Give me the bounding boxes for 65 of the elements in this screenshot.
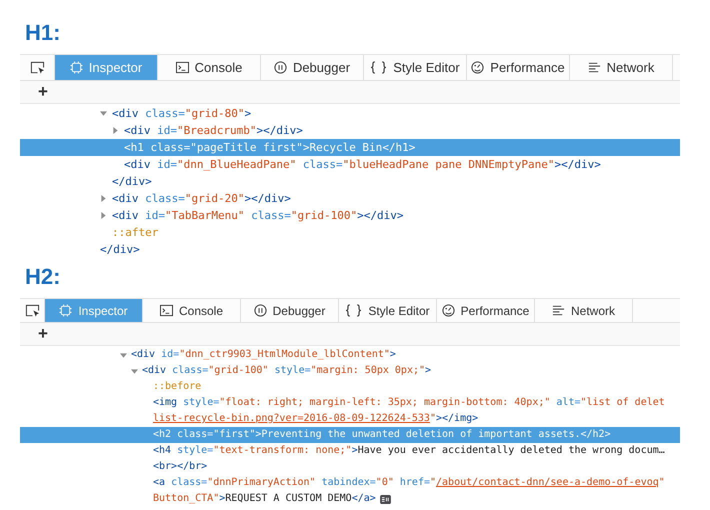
gauge-icon bbox=[471, 61, 484, 74]
lines-icon bbox=[552, 304, 565, 317]
tree-row[interactable]: <div id="dnn_ctr9903_HtmlModule_lblContent"> bbox=[20, 347, 680, 363]
devtools-tab[interactable]: Console bbox=[143, 299, 241, 322]
markup-text: <a class="dnnPrimaryAction" tabindex="0" href="/about/contact-dnn/see-a-demo-of-evoq" bbox=[153, 476, 665, 490]
tree-row[interactable]: <div class="grid-80"> bbox=[20, 105, 680, 122]
tree-row[interactable]: <div class="grid-20"></div> bbox=[20, 190, 680, 207]
devtools-tab[interactable]: Performance bbox=[467, 55, 570, 80]
markup-text: </div> bbox=[112, 174, 152, 190]
pause-icon bbox=[274, 61, 287, 74]
lines-icon bbox=[588, 61, 601, 74]
tree-row[interactable]: <div id="dnn_BlueHeadPane" class="blueHeadPane pane DNNEmptyPane"></div> bbox=[20, 156, 680, 173]
devtools-tab[interactable]: Performance bbox=[437, 299, 535, 322]
section-heading: H1: bbox=[24, 20, 60, 46]
expanded-arrow-icon[interactable] bbox=[131, 368, 138, 374]
devtools-tab[interactable]: Network bbox=[570, 55, 673, 80]
markup-text: <div id="dnn_ctr9903_HtmlModule_lblContent"> bbox=[131, 348, 396, 362]
markup-text: <br></br> bbox=[153, 460, 208, 474]
markup-text: <div id="dnn_BlueHeadPane" class="blueHeadPane pane DNNEmptyPane"></div> bbox=[124, 157, 601, 173]
devtools-tab[interactable]: Style Editor bbox=[364, 55, 467, 80]
section-heading: H2: bbox=[24, 264, 60, 290]
markup-text: <div id="Breadcrumb"></div> bbox=[124, 123, 303, 139]
braces-icon bbox=[370, 61, 388, 74]
inspector-icon bbox=[70, 61, 83, 74]
devtools-tab[interactable]: Network bbox=[535, 299, 633, 322]
markup-text: Button_CTA">REQUEST A CUSTOM DEMO</a> bbox=[153, 492, 376, 506]
markup-text: <h4 style="text-transform: none;">Have you ever accidentally deleted the wrong docum… bbox=[153, 444, 665, 458]
devtools-tab[interactable]: Console bbox=[158, 55, 261, 80]
markup-text: list-recycle-bin.png?ver=2016-08-09-122624-533"></img> bbox=[153, 412, 478, 426]
gauge-icon bbox=[442, 304, 455, 317]
expanded-arrow-icon[interactable] bbox=[120, 352, 127, 358]
add-node-button[interactable]: + bbox=[34, 83, 52, 101]
element-picker-icon bbox=[30, 60, 44, 75]
inspector-icon bbox=[59, 304, 72, 317]
markup-text: ::before bbox=[153, 380, 202, 394]
event-badge-icon[interactable] bbox=[380, 494, 391, 504]
add-node-button[interactable]: + bbox=[34, 325, 52, 343]
markup-text: <div class="grid-100" style="margin: 50px 0px;"> bbox=[142, 364, 432, 378]
devtools-tab[interactable]: Style Editor bbox=[339, 299, 437, 322]
devtools-tab[interactable]: Debugger bbox=[241, 299, 339, 322]
element-picker-icon bbox=[24, 303, 40, 318]
terminal-icon bbox=[160, 304, 173, 317]
braces-icon bbox=[345, 304, 362, 317]
markup-text: </div> bbox=[100, 242, 140, 258]
devtools-tab[interactable]: Debugger bbox=[261, 55, 364, 80]
tree-row[interactable]: <a class="dnnPrimaryAction" tabindex="0" href="/about/contact-dnn/see-a-demo-of-evoq" Button_CTA">REQUEST A CUSTOM DEMO</a> bbox=[20, 475, 680, 507]
tree-row[interactable]: <div id="TabBarMenu" class="grid-100"></div> bbox=[20, 207, 680, 224]
tree-row[interactable]: <div id="Breadcrumb"></div> bbox=[20, 122, 680, 139]
markup-text: <img style="float: right; margin-left: 35px; margin-bottom: 40px;" alt="list of delet bbox=[153, 396, 665, 410]
collapsed-arrow-icon[interactable] bbox=[100, 195, 107, 202]
markup-text: <h2 class="first">Preventing the unwanted deletion of important assets.</h2> bbox=[153, 428, 611, 442]
tree-row[interactable]: <img style="float: right; margin-left: 35px; margin-bottom: 40px;" alt="list of delet list-recycle-bin.png?ver=2016-08-09-122624-533"></img> bbox=[20, 395, 680, 427]
terminal-icon bbox=[176, 61, 189, 74]
tree-row[interactable]: <div class="grid-100" style="margin: 50px 0px;"> bbox=[20, 363, 680, 379]
collapsed-arrow-icon[interactable] bbox=[100, 212, 107, 219]
markup-text: <div id="TabBarMenu" class="grid-100"></div> bbox=[112, 208, 404, 224]
markup-text: <div class="grid-20"></div> bbox=[112, 191, 291, 207]
tree-row[interactable]: <br></br> bbox=[20, 459, 680, 475]
tree-row[interactable]: <h4 style="text-transform: none;">Have you ever accidentally deleted the wrong docum… bbox=[20, 443, 680, 459]
expanded-arrow-icon[interactable] bbox=[100, 110, 107, 117]
pause-icon bbox=[254, 304, 267, 317]
markup-text: <div class="grid-80"> bbox=[112, 106, 252, 122]
collapsed-arrow-icon[interactable] bbox=[112, 127, 119, 134]
markup-text: <h1 class="pageTitle first">Recycle Bin</h1> bbox=[124, 140, 416, 156]
markup-text: ::after bbox=[112, 225, 158, 241]
